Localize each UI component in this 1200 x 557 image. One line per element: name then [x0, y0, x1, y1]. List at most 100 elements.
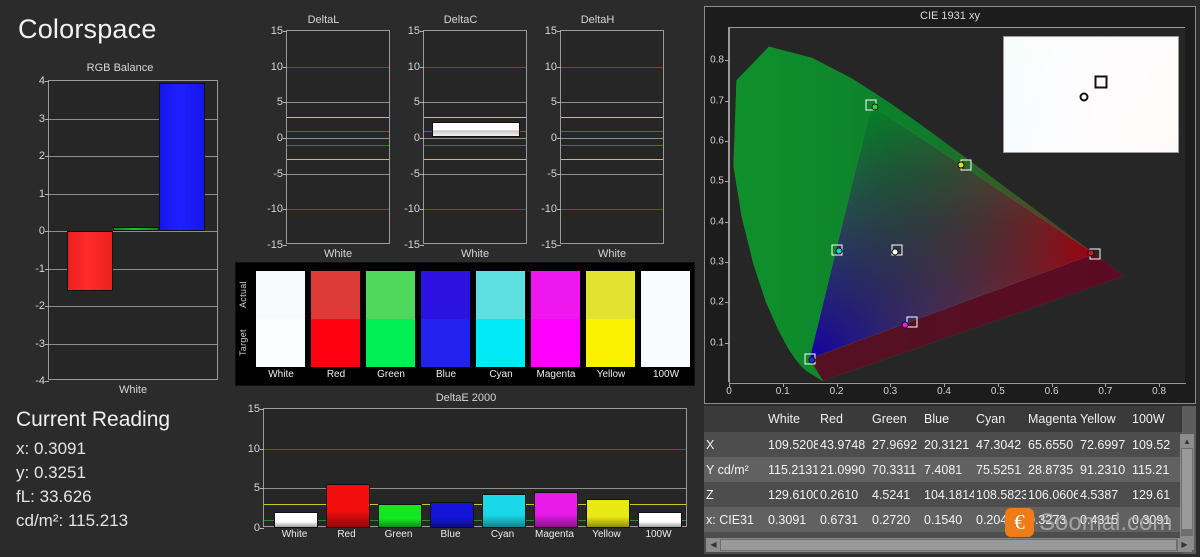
axis-tick-label: -5	[273, 167, 283, 180]
gridline	[287, 173, 389, 175]
threshold-line	[424, 159, 526, 161]
table-row[interactable]: Y cd/m² 115.2131 21.0990 70.3311 7.4081 75.52…	[704, 457, 1182, 482]
table-column-header[interactable]: Green	[870, 406, 922, 432]
axis-tick	[420, 245, 424, 246]
threshold-line	[287, 159, 389, 161]
axis-tick-label: -10	[541, 203, 557, 216]
current-reading-heading: Current Reading	[16, 408, 171, 431]
table-row-label: x: CIE31	[706, 512, 754, 527]
axis-tick	[557, 173, 561, 175]
rgb-balance-chart: RGB Balance 4 3 2 1 0 -1 -2 -3 -4 White	[14, 62, 226, 410]
table-cell: 21.0990	[820, 462, 866, 477]
actual-patch	[586, 271, 635, 319]
table-column-header[interactable]: Red	[818, 406, 870, 432]
table-cell: 4.5241	[872, 487, 911, 502]
cie-x-tick-label: 0.1	[775, 386, 790, 397]
axis-tick	[45, 381, 49, 382]
table-row-label: Y cd/m²	[706, 462, 749, 477]
white-point-zoom-inset	[1003, 36, 1179, 153]
rgb-balance-xlabel: White	[118, 384, 148, 396]
delta-e-bar	[274, 512, 318, 528]
axis-tick	[420, 138, 424, 139]
table-vertical-scrollbar[interactable]: ▲ ▼	[1180, 434, 1194, 550]
table-column-header[interactable]	[704, 406, 766, 432]
table-row[interactable]: x: CIE31 0.3091 0.6731 0.2720 0.1540 0.2044 0.…	[704, 507, 1182, 532]
gridline	[561, 102, 663, 104]
white-point-measured-marker	[1079, 92, 1089, 102]
table-cell: 72.6997	[1080, 437, 1126, 452]
cie-y-tick-label: 0.1	[710, 337, 724, 349]
table-cell: 0.4315	[1080, 512, 1119, 527]
threshold-line	[424, 209, 526, 211]
delta-e-bar	[534, 491, 578, 528]
delta-l-plot: 15 10 5 0 -5 -10 -15	[267, 25, 390, 251]
rgb-balance-bar	[67, 231, 113, 291]
cie-y-tick-label: 0.4	[710, 216, 724, 228]
threshold-line	[287, 66, 389, 68]
target-patch	[586, 319, 635, 367]
axis-tick-label: 10	[247, 442, 260, 455]
axis-tick-label: 10	[544, 60, 557, 73]
measurements-table: White Red Green Blue Cyan Magenta Yellow 100W X…	[704, 406, 1182, 554]
axis-tick	[557, 31, 561, 32]
table-column-header[interactable]: 100W	[1130, 406, 1182, 432]
axis-tick-label: -10	[404, 203, 420, 216]
delta-e-category-label: Magenta	[535, 529, 574, 540]
scroll-right-icon[interactable]: ▶	[1178, 539, 1191, 551]
axis-tick	[283, 138, 287, 139]
left-panel: Colorspace RGB Balance 4 3 2 1 0 -1 -2 -3 -4 Whi…	[0, 0, 232, 557]
axis-tick	[420, 173, 424, 175]
table-horizontal-scrollbar[interactable]: ◀ ▶	[706, 538, 1192, 552]
cie-x-tick-label: 0	[726, 386, 732, 397]
cie-y-tick-label: 0.8	[710, 54, 724, 66]
white-point-target-marker	[1094, 75, 1108, 89]
gamut-measured-marker-red	[1087, 249, 1095, 257]
axis-tick-label: -3	[35, 337, 45, 350]
table-cell: 7.4081	[924, 462, 963, 477]
table-row[interactable]: X 109.5208 43.9748 27.9692 20.3121 47.3042 65.…	[704, 432, 1182, 457]
vertical-scroll-thumb[interactable]	[1182, 449, 1192, 529]
table-cell: 0.3091	[768, 512, 807, 527]
axis-tick	[420, 102, 424, 104]
table-column-header[interactable]: Cyan	[974, 406, 1026, 432]
scroll-left-icon[interactable]: ◀	[707, 539, 720, 551]
cie-x-tick-label: 0.2	[829, 386, 844, 397]
actual-patch	[311, 271, 360, 319]
table-cell: 47.3042	[976, 437, 1022, 452]
table-column-header[interactable]: White	[766, 406, 818, 432]
axis-tick	[45, 343, 49, 345]
cie-y-axis	[729, 28, 730, 383]
cie-x-tick-label: 0.8	[1152, 386, 1167, 397]
delta-e-bar	[586, 498, 630, 528]
axis-tick	[45, 81, 49, 82]
axis-tick	[45, 306, 49, 307]
table-column-header[interactable]: Magenta	[1026, 406, 1078, 432]
delta-h-plot: 15 10 5 0 -5 -10 -15	[541, 25, 664, 251]
table-row[interactable]: Z 129.6100 0.2610 4.5241 104.1814 108.5823 106…	[704, 482, 1182, 507]
table-column-header[interactable]: Yellow	[1078, 406, 1130, 432]
horizontal-scroll-thumb[interactable]	[721, 540, 1176, 550]
cie-1931-xy-plot[interactable]: 0.1 0.2 0.3 0.4 0.5 0.6 0.7 0.8 0 0.1 0.2 0.3 0.4 0.5…	[710, 27, 1186, 397]
table-row-label: X	[706, 437, 715, 452]
measurements-table-panel[interactable]: White Red Green Blue Cyan Magenta Yellow 100W X…	[704, 406, 1196, 554]
scroll-up-icon[interactable]: ▲	[1181, 435, 1193, 448]
patch-label: Blue	[435, 369, 456, 380]
target-patch	[256, 319, 305, 367]
cie-x-tick-label: 0.7	[1098, 386, 1113, 397]
cie-x-tick-label: 0.3	[883, 386, 898, 397]
axis-tick-label: 15	[407, 25, 420, 37]
gridline	[49, 343, 217, 345]
axis-tick	[260, 528, 264, 529]
axis-tick-label: 15	[270, 25, 283, 37]
threshold-line	[424, 116, 526, 118]
cie-y-tick-label: 0.6	[710, 135, 724, 147]
cie-y-tick-label: 0.5	[710, 175, 724, 187]
axis-tick-label: -15	[404, 239, 420, 251]
table-cell: 70.3311	[872, 462, 917, 477]
gamut-measured-marker-blue	[808, 356, 816, 364]
table-column-header[interactable]: Blue	[922, 406, 974, 432]
delta-e-category-label: Blue	[440, 529, 461, 540]
table-cell: 75.5251	[976, 462, 1022, 477]
patch-label: Cyan	[489, 369, 513, 380]
patch-label: White	[268, 369, 294, 380]
